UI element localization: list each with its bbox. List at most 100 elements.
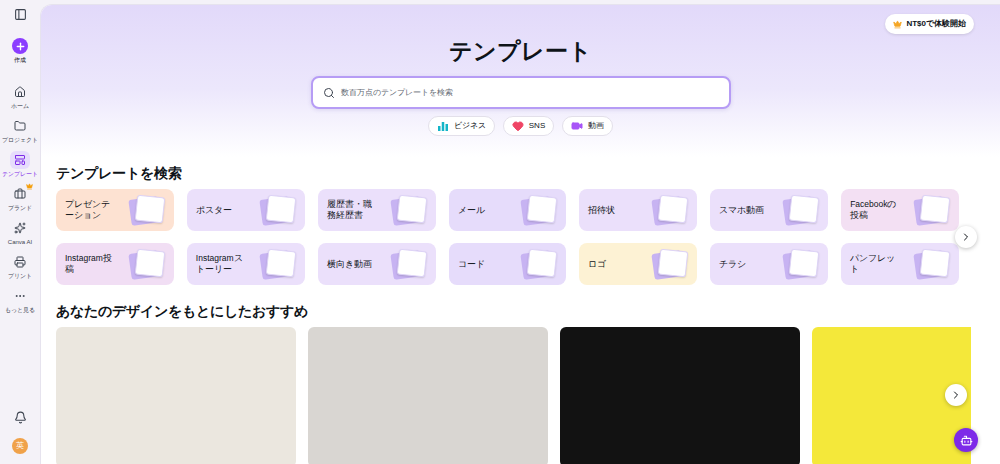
sidebar-item-label: もっと見る <box>5 306 35 314</box>
thumbnail-front <box>920 195 951 224</box>
thumbnail-front <box>658 249 689 278</box>
sidebar-item[interactable]: プリント <box>0 253 40 287</box>
category-label: プレゼンテーション <box>65 199 115 221</box>
sidebar-item-icon-box <box>10 185 30 203</box>
sidebar-icon <box>14 256 26 268</box>
category-label: コード <box>458 259 508 270</box>
category-label: チラシ <box>719 259 769 270</box>
section-title: あなたのデザインをもとにしたおすすめ <box>56 301 959 321</box>
sidebar-item-label: ホーム <box>11 102 29 110</box>
page-title: テンプレート <box>449 36 592 66</box>
create-circle <box>12 38 28 54</box>
create-label: 作成 <box>14 56 26 64</box>
category-grid: プレゼンテーション ポスター 履歴書・職務経歴書 メール 招待状 スマホ動画 Faceboo… <box>56 189 959 285</box>
category-thumbnail <box>388 248 430 280</box>
template-card[interactable] <box>560 327 800 464</box>
thumbnail-front <box>789 249 820 278</box>
sidebar-icon <box>14 120 26 132</box>
category-card[interactable]: メール <box>449 189 567 231</box>
trial-button[interactable]: NT$0で体験開始 <box>885 14 974 34</box>
sidebar-item[interactable]: もっと見る <box>0 287 40 321</box>
chip-label: 動画 <box>588 120 604 132</box>
category-label: Instagram投稿 <box>65 253 115 275</box>
thumbnail-front <box>135 249 166 278</box>
crown-icon <box>26 183 33 190</box>
sidebar-item[interactable]: Canva AI <box>0 219 40 253</box>
assistant-button[interactable] <box>954 428 978 452</box>
sidebar-item[interactable]: ホーム <box>0 83 40 117</box>
sidebar-item[interactable]: ブランド <box>0 185 40 219</box>
category-label: 横向き動画 <box>327 259 377 270</box>
thumbnail-front <box>789 195 820 224</box>
chevron-right-icon <box>960 231 972 243</box>
category-card[interactable]: チラシ <box>710 243 828 285</box>
app: 作成ホームプロジェクトテンプレートブランドCanva AIプリントもっと見る英テ… <box>0 0 1000 464</box>
sidebar-item[interactable]: プロジェクト <box>0 117 40 151</box>
notifications-button[interactable] <box>14 411 27 424</box>
category-thumbnail <box>911 194 953 226</box>
category-thumbnail <box>911 248 953 280</box>
sidebar-icon <box>14 222 26 234</box>
avatar[interactable]: 英 <box>12 438 28 454</box>
recommendation-next-button[interactable] <box>945 384 967 406</box>
category-card[interactable]: パンフレット <box>841 243 959 285</box>
recommendations-section <box>41 327 971 464</box>
thumbnail-front <box>265 195 296 224</box>
category-thumbnail <box>126 248 168 280</box>
category-label: スマホ動画 <box>719 205 769 216</box>
search-field[interactable]: 数百万点のテンプレートを検索 <box>311 76 731 109</box>
create-button[interactable]: 作成 <box>12 38 28 64</box>
category-label: 履歴書・職務経歴書 <box>327 199 377 221</box>
category-label: Facebookの投稿 <box>850 199 900 221</box>
template-card[interactable] <box>308 327 548 464</box>
panel-icon <box>14 8 27 21</box>
categories-section: テンプレートを検索プレゼンテーションポスター履歴書・職務経歴書メール招待状スマホ… <box>41 163 1000 321</box>
sidebar-toggle[interactable] <box>10 6 30 22</box>
chevron-right-icon <box>950 389 962 401</box>
category-card[interactable]: 履歴書・職務経歴書 <box>318 189 436 231</box>
category-card[interactable]: コード <box>449 243 567 285</box>
sidebar-item[interactable]: テンプレート <box>0 151 40 185</box>
main-panel: テンプレート数百万点のテンプレートを検索ビジネスSNS動画NT$0で体験開始テン… <box>40 4 1000 464</box>
category-next-button[interactable] <box>955 226 977 248</box>
category-grid-wrap: プレゼンテーション ポスター 履歴書・職務経歴書 メール 招待状 スマホ動画 Faceboo… <box>56 189 959 285</box>
thumbnail-front <box>396 249 427 278</box>
category-card[interactable]: ロゴ <box>579 243 697 285</box>
category-label: ロゴ <box>588 259 638 270</box>
chip-label: ビジネス <box>454 120 486 132</box>
sidebar-item-icon-box <box>10 83 30 101</box>
category-card[interactable]: プレゼンテーション <box>56 189 174 231</box>
chip-row: ビジネス SNS 動画 <box>428 116 613 136</box>
category-card[interactable]: ポスター <box>187 189 305 231</box>
business-chart-icon <box>437 120 449 132</box>
category-label: Instagramストーリー <box>196 253 246 275</box>
category-thumbnail <box>518 248 560 280</box>
sidebar-item-label: プロジェクト <box>2 136 38 144</box>
category-label: パンフレット <box>850 253 900 275</box>
category-label: メール <box>458 205 508 216</box>
chip-label: SNS <box>529 120 545 132</box>
category-thumbnail <box>518 194 560 226</box>
category-thumbnail <box>388 194 430 226</box>
category-card[interactable]: Instagramストーリー <box>187 243 305 285</box>
category-card[interactable]: スマホ動画 <box>710 189 828 231</box>
category-thumbnail <box>649 194 691 226</box>
thumbnail-front <box>658 195 689 224</box>
category-card[interactable]: Instagram投稿 <box>56 243 174 285</box>
sidebar-icon <box>14 290 26 302</box>
template-card[interactable] <box>56 327 296 464</box>
category-chip[interactable]: SNS <box>503 116 554 136</box>
search-placeholder: 数百万点のテンプレートを検索 <box>341 87 453 99</box>
sidebar-item-icon-box <box>10 117 30 135</box>
category-chip[interactable]: ビジネス <box>428 116 495 136</box>
category-thumbnail <box>257 194 299 226</box>
category-card[interactable]: 横向き動画 <box>318 243 436 285</box>
category-chip[interactable]: 動画 <box>562 116 613 136</box>
video-icon <box>571 120 583 132</box>
category-card[interactable]: 招待状 <box>579 189 697 231</box>
category-card[interactable]: Facebookの投稿 <box>841 189 959 231</box>
category-label: ポスター <box>196 205 246 216</box>
category-thumbnail <box>780 248 822 280</box>
bell-icon <box>14 411 27 424</box>
crown-icon <box>893 20 902 29</box>
